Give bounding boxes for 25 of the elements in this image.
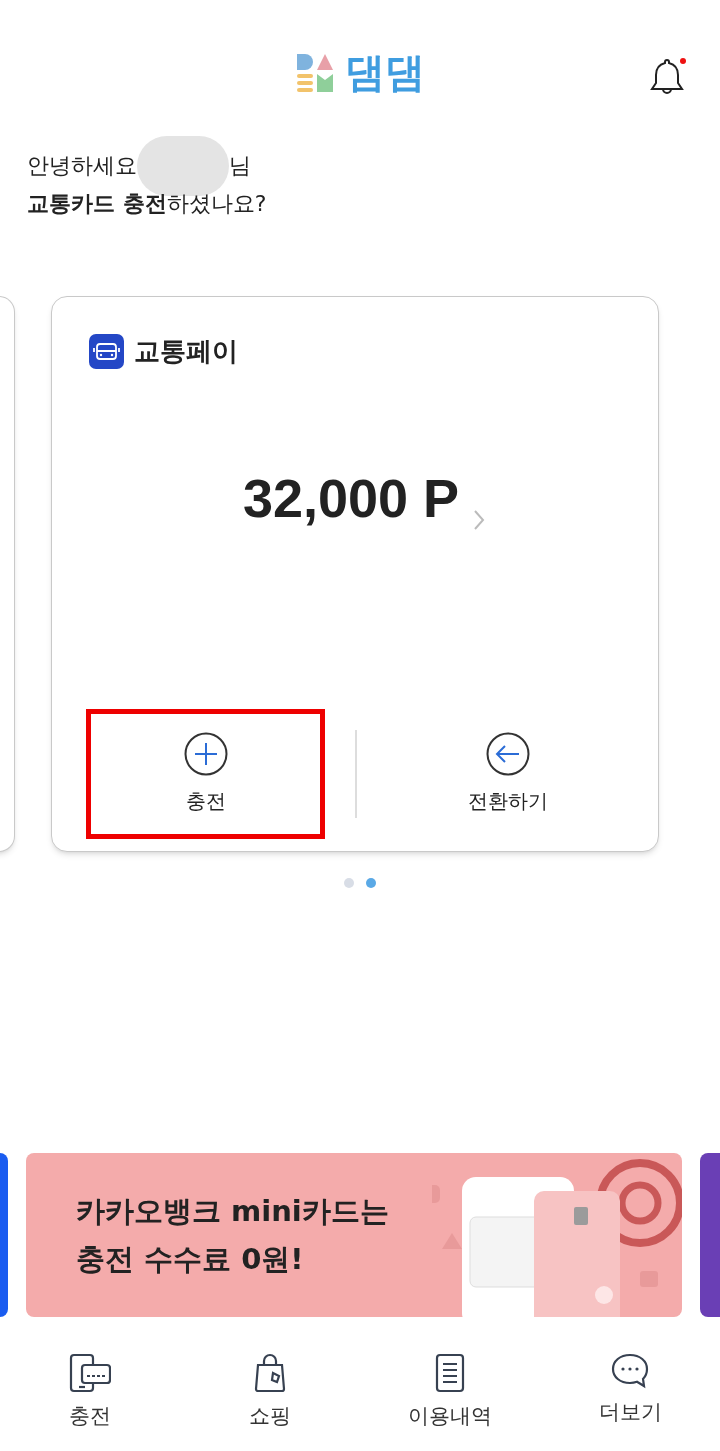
plus-circle-icon	[183, 732, 228, 776]
honorific-text: 님	[229, 152, 251, 180]
chat-bubble-icon	[611, 1353, 649, 1389]
nav-tab[interactable]: 충전	[0, 1353, 180, 1433]
phone-card-icon	[69, 1353, 111, 1393]
nav-tab[interactable]: 이용내역	[360, 1353, 540, 1433]
next-banner[interactable]	[700, 1153, 720, 1317]
greeting-question: 교통카드 충전하셨나요?	[27, 190, 268, 218]
arrow-left-circle-icon	[485, 732, 530, 776]
greeting-text: 안녕하세요	[27, 152, 137, 180]
chevron-right-icon[interactable]	[473, 509, 486, 531]
card-title: 교통페이	[134, 335, 238, 368]
logo-icon	[295, 52, 335, 92]
nav-tab[interactable]: 더보기	[540, 1353, 720, 1429]
banner-headline: 충전 수수료 0원!	[75, 1241, 305, 1278]
balance-amount: 32,000 P	[242, 471, 460, 525]
promo-banner[interactable]: 카카오뱅크 mini카드는 충전 수수료 0원!	[25, 1153, 683, 1317]
shopping-bag-icon	[254, 1353, 286, 1393]
banner-headline: 카카오뱅크 mini카드는	[75, 1193, 390, 1230]
nav-tab[interactable]: 쇼핑	[180, 1353, 360, 1433]
logo-text: 댐댐	[345, 52, 425, 92]
document-icon	[435, 1353, 465, 1393]
card-action-button[interactable]: 충전	[86, 709, 325, 839]
card-action-button[interactable]: 전환하기	[357, 709, 658, 839]
bus-icon	[89, 334, 124, 369]
